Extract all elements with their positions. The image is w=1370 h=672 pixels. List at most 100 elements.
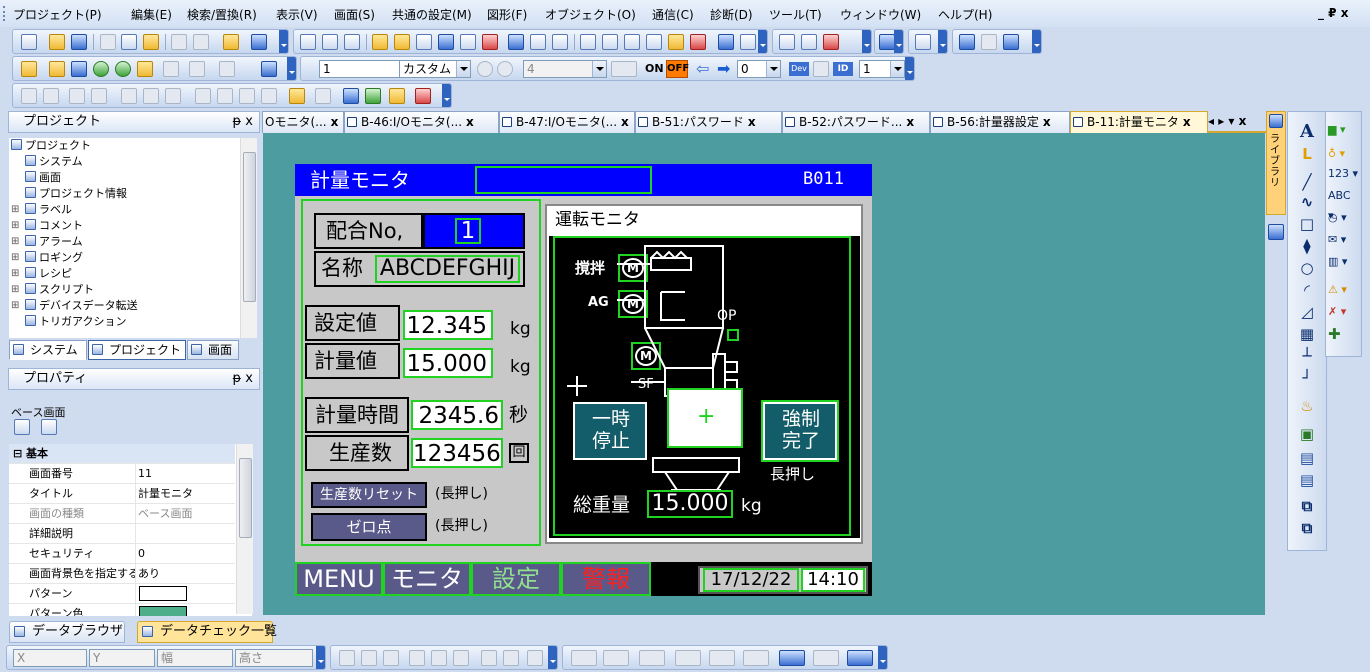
reset-count-button[interactable]: 生産数リセット bbox=[311, 482, 427, 508]
zero-point-button[interactable]: ゼロ点 bbox=[311, 513, 427, 541]
select-pointer-icon[interactable] bbox=[223, 34, 239, 50]
library-side-tab[interactable]: ライブラリ bbox=[1266, 111, 1286, 215]
expand-icon[interactable]: ⊞ bbox=[11, 250, 19, 265]
side-tab-icon[interactable] bbox=[1268, 224, 1284, 240]
distribute-icon[interactable] bbox=[69, 88, 85, 104]
x-field[interactable]: X bbox=[17, 651, 25, 665]
device-list-icon[interactable] bbox=[813, 61, 829, 77]
document-tab[interactable]: Oモニタ(... x bbox=[262, 111, 344, 133]
text-align-a-icon[interactable] bbox=[339, 650, 355, 666]
height-field[interactable]: 高さ bbox=[239, 651, 263, 665]
line-tool-icon[interactable]: ╱ bbox=[1294, 172, 1320, 192]
property-value[interactable]: ベース画面 bbox=[138, 504, 192, 523]
fill-pattern-icon[interactable] bbox=[709, 650, 735, 666]
document-tab[interactable]: B-11:計量モニタ x bbox=[1070, 111, 1208, 133]
close-icon[interactable]: x bbox=[1043, 115, 1051, 129]
property-scrollbar[interactable] bbox=[236, 444, 253, 614]
layer-c-icon[interactable] bbox=[624, 34, 640, 50]
property-row[interactable]: セキュリティ 0 bbox=[9, 544, 235, 564]
close-icon[interactable]: x bbox=[466, 115, 474, 129]
open-folder-icon[interactable] bbox=[49, 34, 65, 50]
arc-tool-icon[interactable]: ◜ bbox=[1294, 280, 1320, 300]
property-row[interactable]: パターン bbox=[9, 584, 235, 604]
dev-button[interactable]: Dev bbox=[789, 62, 809, 76]
redo-icon[interactable] bbox=[193, 34, 209, 50]
flip-h-icon[interactable] bbox=[217, 88, 233, 104]
off-button[interactable]: OFF bbox=[666, 60, 689, 78]
copy-icon[interactable] bbox=[121, 34, 137, 50]
paint-tool-icon[interactable]: ♨ bbox=[1294, 396, 1320, 416]
new-screen-icon[interactable] bbox=[21, 61, 37, 77]
document-tab[interactable]: B-56:計量器設定 x bbox=[930, 111, 1070, 133]
property-row[interactable]: 詳細説明 bbox=[9, 524, 235, 544]
align-left-icon[interactable] bbox=[21, 88, 37, 104]
comment-object-icon[interactable]: ✉ ▾ bbox=[1328, 230, 1358, 250]
tree-item[interactable]: 画面 bbox=[25, 170, 61, 185]
property-row[interactable]: 画面番号 11 bbox=[9, 464, 235, 484]
line-width-icon[interactable] bbox=[163, 61, 179, 77]
on-label[interactable]: ON bbox=[645, 62, 664, 75]
text-align-f-icon[interactable] bbox=[453, 650, 469, 666]
alarm-icon[interactable] bbox=[508, 34, 524, 50]
screen-b-icon[interactable] bbox=[322, 34, 338, 50]
arrow-right-icon[interactable]: ➡ bbox=[717, 59, 730, 78]
y-field[interactable]: Y bbox=[93, 651, 100, 665]
menu-communication[interactable]: 通信(C) bbox=[652, 6, 694, 23]
align-right-icon[interactable] bbox=[43, 88, 59, 104]
text-align-h-icon[interactable] bbox=[503, 650, 519, 666]
pattern-color-swatch[interactable] bbox=[139, 606, 187, 616]
close-icon[interactable]: x bbox=[906, 115, 914, 129]
select-mode-icon[interactable] bbox=[343, 88, 359, 104]
id-value-select[interactable]: 1 bbox=[859, 60, 905, 78]
line-weight-icon[interactable] bbox=[603, 650, 629, 666]
property-value[interactable]: 11 bbox=[138, 464, 152, 483]
text-align-i-icon[interactable] bbox=[527, 650, 543, 666]
new-file-icon[interactable] bbox=[21, 34, 37, 50]
dxf-tool-icon[interactable]: ▤ bbox=[1294, 448, 1320, 468]
abc-icon[interactable] bbox=[740, 34, 756, 50]
list-object-icon[interactable]: ▥ ▾ bbox=[1328, 252, 1358, 272]
logging-icon[interactable] bbox=[530, 34, 546, 50]
property-panel-pin-close[interactable]: ᵽ x bbox=[233, 369, 254, 389]
tree-item[interactable]: システム bbox=[25, 154, 83, 169]
fill-color2-icon[interactable] bbox=[743, 650, 769, 666]
menu-common-settings[interactable]: 共通の設定(M) bbox=[392, 6, 472, 23]
nav-settings-button[interactable]: 設定 bbox=[471, 562, 561, 596]
tree-item[interactable]: トリガアクション bbox=[25, 314, 126, 329]
property-row[interactable]: タイトル 計量モニタ bbox=[9, 484, 235, 504]
document-tab[interactable]: B-46:I/Oモニタ(... x bbox=[344, 111, 499, 133]
alarm-object-icon[interactable]: ⚠ ▾ bbox=[1328, 280, 1358, 300]
text-align-g-icon[interactable] bbox=[481, 650, 497, 666]
text-align-b-icon[interactable] bbox=[361, 650, 377, 666]
menu-diagnostics[interactable]: 診断(D) bbox=[710, 6, 753, 23]
document-tab[interactable]: B-47:I/Oモニタ(... x bbox=[499, 111, 635, 133]
image-tool-icon[interactable]: ▣ bbox=[1294, 424, 1320, 444]
close-icon[interactable]: x bbox=[748, 115, 756, 129]
corner-tool-icon[interactable]: L bbox=[1294, 144, 1320, 164]
format-icon[interactable] bbox=[315, 88, 331, 104]
save-icon[interactable] bbox=[71, 34, 87, 50]
line-color-icon[interactable] bbox=[639, 650, 665, 666]
project-panel-pin-close[interactable]: ᵽ x bbox=[233, 112, 254, 132]
ascii-object-icon[interactable]: ABC ▾ bbox=[1328, 186, 1358, 222]
close-screen-icon[interactable] bbox=[71, 61, 87, 77]
setpoint-value[interactable]: 12.345 bbox=[403, 310, 493, 340]
piping-tool-icon[interactable]: ┘ bbox=[1294, 368, 1320, 388]
switch-object-icon[interactable]: ▆ ▾ bbox=[1328, 120, 1358, 140]
tag-icon[interactable] bbox=[416, 34, 432, 50]
menu-window[interactable]: ウィンドウ(W) bbox=[840, 6, 921, 23]
tree-item[interactable]: ⊞ コメント bbox=[11, 218, 83, 233]
property-value[interactable]: あり bbox=[138, 564, 160, 583]
expand-icon[interactable]: ⊞ bbox=[11, 298, 19, 313]
pause-button[interactable]: 一時停止 bbox=[573, 402, 647, 460]
tree-item[interactable]: ⊞ ロギング bbox=[11, 250, 83, 265]
shift-value-select[interactable]: 0 bbox=[737, 60, 781, 78]
polygon-tool-icon[interactable]: ⧫ bbox=[1294, 236, 1320, 256]
arrow-left-icon[interactable]: ⇦ bbox=[696, 59, 709, 78]
menu-object[interactable]: オブジェクト(O) bbox=[545, 6, 636, 23]
layer-icon[interactable] bbox=[389, 88, 405, 104]
menu-screen[interactable]: 画面(S) bbox=[334, 6, 375, 23]
text-align-e-icon[interactable] bbox=[431, 650, 447, 666]
text-icon[interactable] bbox=[718, 34, 734, 50]
text-tool-icon[interactable]: A bbox=[1294, 122, 1320, 142]
